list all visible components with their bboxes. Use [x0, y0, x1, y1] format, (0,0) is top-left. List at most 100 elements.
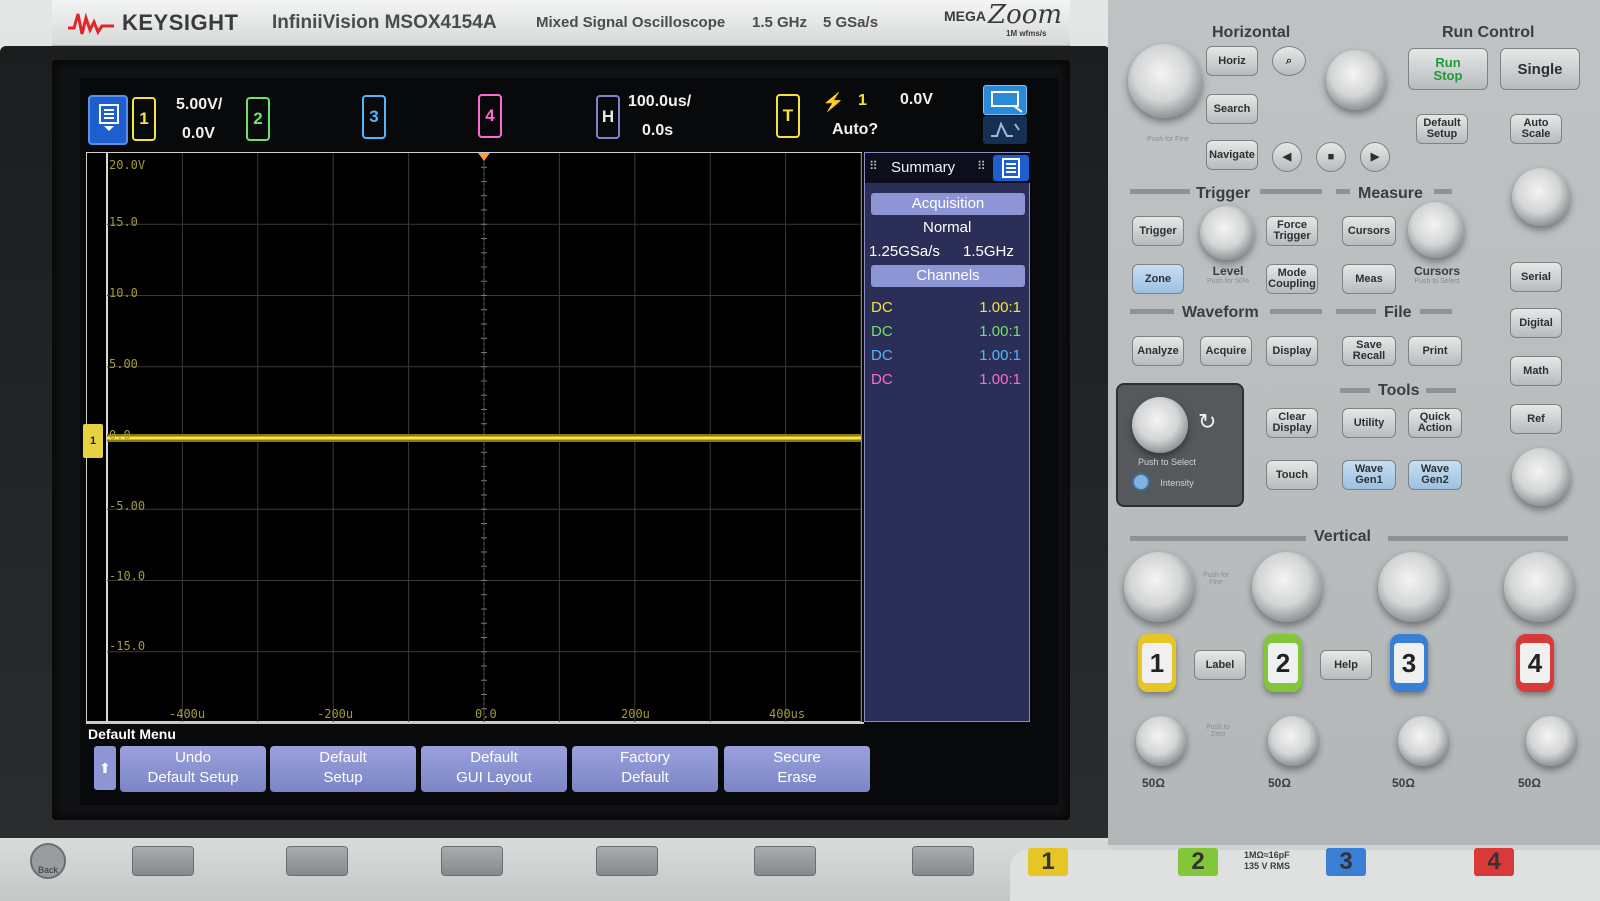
help-button[interactable]: Help: [1320, 650, 1372, 680]
softkey-default-setup[interactable]: Default Setup: [270, 746, 416, 792]
x-tick-label: -400u: [169, 707, 206, 721]
cursors-button[interactable]: Cursors: [1342, 216, 1396, 246]
utility-button[interactable]: Utility: [1342, 408, 1396, 438]
rating-line: 135 V RMS: [1244, 861, 1291, 871]
save-recall-button[interactable]: Save Recall: [1342, 336, 1396, 366]
cursors-knob-label: Cursors: [1413, 264, 1460, 278]
section-rule: [1130, 189, 1190, 194]
quick-action-button[interactable]: Quick Action: [1408, 408, 1462, 438]
print-button[interactable]: Print: [1408, 336, 1462, 366]
samplerate-spec: 5 GSa/s: [823, 14, 879, 31]
auto-scale-button[interactable]: Auto Scale: [1510, 114, 1562, 144]
channel-3-tag[interactable]: 3: [362, 95, 386, 139]
ch2-scale-knob[interactable]: [1252, 552, 1322, 622]
horizontal-position-knob[interactable]: [1326, 50, 1386, 110]
display-button[interactable]: Display: [1266, 336, 1318, 366]
main-menu-button[interactable]: [88, 95, 128, 145]
run-control-section-title: Run Control: [1442, 24, 1535, 41]
softkey-line: Default: [319, 749, 367, 766]
ch3-scale-knob[interactable]: [1378, 552, 1448, 622]
zoom-button[interactable]: [983, 85, 1027, 115]
channel-2-key[interactable]: 2: [1264, 634, 1302, 692]
back-key[interactable]: Back: [30, 843, 66, 879]
ch2-key-label: 2: [1268, 643, 1298, 683]
label-button[interactable]: Label: [1194, 650, 1246, 680]
ch4-position-knob[interactable]: [1526, 716, 1576, 766]
physical-softkey-4[interactable]: [596, 846, 658, 876]
wavegen2-button[interactable]: Wave Gen2: [1408, 460, 1462, 490]
acq-rate: 1.25GSa/s: [869, 243, 940, 260]
horizontal-scale-knob[interactable]: [1128, 44, 1202, 118]
physical-softkey-5[interactable]: [754, 846, 816, 876]
softkey-secure-erase[interactable]: Secure Erase: [724, 746, 870, 792]
ch1-scale-knob[interactable]: [1124, 552, 1194, 622]
trigger-button[interactable]: Trigger: [1132, 216, 1184, 246]
multiplexed-scale-knob[interactable]: [1512, 168, 1570, 226]
multiplexed-position-knob[interactable]: [1512, 448, 1570, 506]
physical-softkey-1[interactable]: [132, 846, 194, 876]
ch1-position-knob[interactable]: [1136, 716, 1186, 766]
drag-handle-icon[interactable]: ⠿: [977, 159, 986, 173]
scope-screen[interactable]: 1 5.00V/ 0.0V 2 3 4 H 100.0us/ 0.0s T ⚡ …: [80, 78, 1058, 805]
navigate-button[interactable]: Navigate: [1206, 140, 1258, 170]
channel-2-tag[interactable]: 2: [246, 97, 270, 141]
physical-softkey-6[interactable]: [912, 846, 974, 876]
softkey-line: Secure: [773, 749, 821, 766]
softkey-factory-default[interactable]: Factory Default: [572, 746, 718, 792]
y-tick-label: -15.0: [109, 639, 146, 653]
meas-button[interactable]: Meas: [1342, 264, 1396, 294]
intensity-button[interactable]: [1132, 473, 1150, 491]
ch4-scale-knob[interactable]: [1504, 552, 1574, 622]
acquire-button[interactable]: Acquire: [1200, 336, 1252, 366]
waveform-touch-button[interactable]: [983, 116, 1027, 144]
zone-button[interactable]: Zone: [1132, 264, 1184, 294]
horizontal-tag[interactable]: H: [596, 95, 620, 139]
touch-button[interactable]: Touch: [1266, 460, 1318, 490]
physical-softkey-2[interactable]: [286, 846, 348, 876]
channel-4-key[interactable]: 4: [1516, 634, 1554, 692]
wavegen1-button[interactable]: Wave Gen1: [1342, 460, 1396, 490]
cursors-knob[interactable]: [1408, 202, 1464, 258]
menu-back-button[interactable]: ⬆: [94, 746, 116, 790]
mode-coupling-button[interactable]: Mode Coupling: [1266, 264, 1318, 294]
trigger-level-knob[interactable]: [1200, 206, 1254, 260]
ch3-position-knob[interactable]: [1398, 716, 1448, 766]
navigate-stop-button[interactable]: ■: [1316, 142, 1346, 172]
single-button[interactable]: Single: [1500, 48, 1580, 90]
math-button[interactable]: Math: [1510, 356, 1562, 386]
run-stop-button[interactable]: Run Stop: [1408, 48, 1488, 90]
ref-button[interactable]: Ref: [1510, 404, 1562, 434]
analyze-button[interactable]: Analyze: [1132, 336, 1184, 366]
clear-display-button[interactable]: Clear Display: [1266, 408, 1318, 438]
entry-knob[interactable]: [1132, 397, 1188, 453]
horiz-button[interactable]: Horiz: [1206, 46, 1258, 76]
y-tick-label: 15.0: [109, 215, 138, 229]
x-tick-label: 400us: [769, 707, 806, 721]
waveform-grid[interactable]: 20.0V 15.0 10.0 5.00 0.0 -5.00 -10.0 -15…: [83, 152, 862, 723]
channel-1-key[interactable]: 1: [1138, 634, 1176, 692]
softkey-default-gui-layout[interactable]: Default GUI Layout: [421, 746, 567, 792]
channel-4-tag[interactable]: 4: [478, 94, 502, 138]
search-button[interactable]: Search: [1206, 94, 1258, 124]
navigate-back-button[interactable]: ◀: [1272, 142, 1302, 172]
channel-1-tag[interactable]: 1: [132, 97, 156, 141]
navigate-forward-button[interactable]: ▶: [1360, 142, 1390, 172]
section-rule: [1130, 536, 1306, 541]
panel-menu-button[interactable]: [993, 155, 1029, 181]
channel-3-key[interactable]: 3: [1390, 634, 1428, 692]
digital-button[interactable]: Digital: [1510, 308, 1562, 338]
zoom-search-button[interactable]: ⌕: [1272, 46, 1306, 76]
default-setup-button[interactable]: Default Setup: [1416, 114, 1468, 144]
trigger-tag[interactable]: T: [776, 94, 800, 138]
serial-button[interactable]: Serial: [1510, 262, 1562, 292]
ch2-position-knob[interactable]: [1268, 716, 1318, 766]
drag-handle-icon[interactable]: ⠿: [869, 159, 878, 173]
y-tick-label: 5.00: [109, 357, 138, 371]
section-rule: [1434, 189, 1452, 194]
ch3-impedance-label: 50Ω: [1392, 776, 1415, 790]
ch1-ground-marker[interactable]: 1: [83, 424, 103, 458]
physical-softkey-3[interactable]: [441, 846, 503, 876]
force-trigger-button[interactable]: Force Trigger: [1266, 216, 1318, 246]
trigger-position-marker[interactable]: [478, 153, 490, 161]
softkey-undo-default-setup[interactable]: Undo Default Setup: [120, 746, 266, 792]
